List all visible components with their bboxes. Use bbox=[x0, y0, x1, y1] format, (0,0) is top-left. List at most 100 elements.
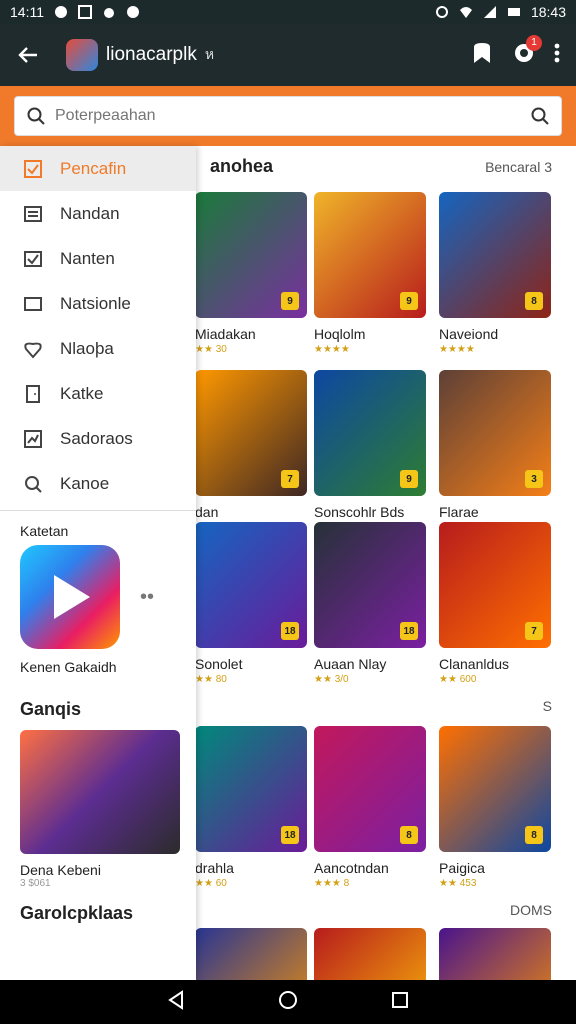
game-card[interactable] bbox=[439, 928, 551, 980]
tablet-icon bbox=[22, 293, 44, 315]
notification-icon bbox=[54, 5, 68, 19]
drawer-item[interactable]: Nandan bbox=[0, 191, 196, 236]
drawer-item[interactable]: Nanten bbox=[0, 236, 196, 281]
game-rating: ★★ 3/0 bbox=[314, 674, 349, 685]
drawer-item-label: Nandan bbox=[60, 203, 120, 223]
age-rating-badge: 8 bbox=[525, 292, 543, 310]
dots-indicator: •• bbox=[140, 585, 155, 608]
game-card[interactable]: 9 Sonscohlr Bds bbox=[314, 370, 426, 520]
bookmark-button[interactable] bbox=[470, 41, 494, 70]
games-heading: Ganqis bbox=[20, 699, 82, 719]
drawer-item-label: Katke bbox=[60, 383, 104, 403]
game-name: Sonscohlr Bds bbox=[314, 504, 405, 520]
age-rating-badge: 8 bbox=[525, 826, 543, 844]
drawer-item[interactable]: Sadoraos bbox=[0, 416, 196, 461]
age-rating-badge: 9 bbox=[400, 292, 418, 310]
search-input[interactable] bbox=[55, 107, 521, 125]
settings-button[interactable]: 1 bbox=[512, 34, 542, 70]
heart-icon bbox=[22, 338, 44, 360]
game-thumbnail: 8 bbox=[439, 726, 551, 852]
game-card[interactable]: 18 drahla ★★ 60 bbox=[195, 726, 307, 889]
game-name: Naveiond bbox=[439, 326, 499, 342]
game-thumbnail: 3 bbox=[439, 370, 551, 496]
age-rating-badge: 18 bbox=[281, 622, 299, 640]
featured-app-icon[interactable] bbox=[20, 545, 120, 649]
age-rating-badge: 9 bbox=[281, 292, 299, 310]
game-card[interactable]: 7 Clananldus ★★ 600 bbox=[439, 522, 551, 685]
nav-home-button[interactable] bbox=[278, 990, 298, 1015]
game-name: Miadakan bbox=[195, 326, 256, 342]
game-card[interactable]: 8 Aancotndan ★★★ 8 bbox=[314, 726, 426, 889]
back-arrow-icon bbox=[18, 47, 37, 63]
drawer-item-label: Nanten bbox=[60, 248, 115, 268]
drawer-item-label: Natsionle bbox=[60, 293, 131, 313]
bottom-heading: Garolcpklaas bbox=[20, 903, 134, 923]
game-card[interactable]: 3 Flarae bbox=[439, 370, 551, 520]
game-card[interactable] bbox=[314, 928, 426, 980]
back-button[interactable] bbox=[0, 24, 56, 86]
drawer-item[interactable]: Kanoe bbox=[0, 461, 196, 506]
drawer-item[interactable]: Nlaoþa bbox=[0, 326, 196, 371]
more-button[interactable] bbox=[554, 42, 560, 69]
game-thumbnail: 7 bbox=[195, 370, 307, 496]
system-nav-bar bbox=[0, 980, 576, 1024]
status-time: 14:11 bbox=[10, 4, 44, 20]
game-name: Paigica bbox=[439, 860, 485, 876]
game-name: Clananldus bbox=[439, 656, 510, 672]
drawer-item-label: Pencafin bbox=[60, 158, 127, 178]
door-icon bbox=[22, 383, 44, 405]
game-card[interactable] bbox=[195, 928, 307, 980]
game-rating: ★★★★ bbox=[314, 344, 350, 355]
game-thumbnail bbox=[195, 928, 307, 980]
game-card[interactable]: 9 Hoqlolm ★★★★ bbox=[314, 192, 426, 355]
game-thumbnail: 18 bbox=[195, 726, 307, 852]
status-clock: 18:43 bbox=[530, 4, 566, 20]
game-thumbnail: 18 bbox=[314, 522, 426, 648]
game-card[interactable]: 18 Sonolet ★★ 80 bbox=[195, 522, 307, 685]
row-more-link[interactable]: DOMS bbox=[510, 902, 552, 918]
more-vertical-icon bbox=[554, 43, 560, 62]
chat-icon bbox=[126, 5, 140, 19]
play-icon bbox=[54, 575, 90, 619]
game-card[interactable]: 18 Auaan Nlay ★★ 3/0 bbox=[314, 522, 426, 685]
game-name: Flarae bbox=[439, 504, 479, 520]
game-card[interactable]: 8 Paigica ★★ 453 bbox=[439, 726, 551, 889]
age-rating-badge: 9 bbox=[400, 470, 418, 488]
game-thumbnail: 7 bbox=[439, 522, 551, 648]
app-subtitle: ห bbox=[204, 46, 215, 62]
app-logo bbox=[66, 39, 98, 71]
game-card[interactable]: 9 Miadakan ★★ 30 bbox=[195, 192, 307, 355]
section-title: anohea bbox=[210, 156, 274, 176]
drawer-item[interactable]: Katke bbox=[0, 371, 196, 416]
game-rating: ★★ 60 bbox=[195, 878, 227, 889]
search-box[interactable] bbox=[14, 96, 562, 136]
age-rating-badge: 8 bbox=[400, 826, 418, 844]
game-card[interactable]: 8 Naveiond ★★★★ bbox=[439, 192, 551, 355]
age-rating-badge: 18 bbox=[281, 826, 299, 844]
game-name: Sonolet bbox=[195, 656, 243, 672]
drawer-item[interactable]: Natsionle bbox=[0, 281, 196, 326]
game-thumbnail: 8 bbox=[314, 726, 426, 852]
games-card-thumb[interactable] bbox=[20, 730, 180, 854]
list-icon bbox=[22, 203, 44, 225]
game-rating: ★★ 600 bbox=[439, 674, 477, 685]
nav-back-button[interactable] bbox=[166, 989, 186, 1015]
square-recents-icon bbox=[392, 991, 408, 1008]
game-name: Hoqlolm bbox=[314, 326, 366, 342]
section-more-link[interactable]: Bencaral 3 bbox=[485, 159, 576, 175]
game-rating: ★★★★ bbox=[439, 344, 475, 355]
featured-app-name: Kenen Gakaidh bbox=[20, 659, 117, 675]
age-rating-badge: 7 bbox=[281, 470, 299, 488]
drawer-item[interactable]: Pencafin bbox=[0, 146, 196, 191]
checkbox-icon bbox=[22, 158, 44, 180]
drawer-section-label: Katetan bbox=[20, 523, 69, 539]
row-more-link[interactable]: S bbox=[543, 698, 552, 714]
nav-recents-button[interactable] bbox=[390, 990, 410, 1015]
search-submit-icon[interactable] bbox=[531, 107, 549, 125]
game-name: Aancotndan bbox=[314, 860, 389, 876]
game-thumbnail: 9 bbox=[314, 192, 426, 318]
game-card[interactable]: 7 dan bbox=[195, 370, 307, 520]
navigation-drawer: Pencafin Nandan Nanten Natsionle Nlaoþa Katke… bbox=[0, 146, 196, 980]
notification-badge: 1 bbox=[526, 34, 542, 51]
search-bar-container bbox=[0, 86, 576, 146]
